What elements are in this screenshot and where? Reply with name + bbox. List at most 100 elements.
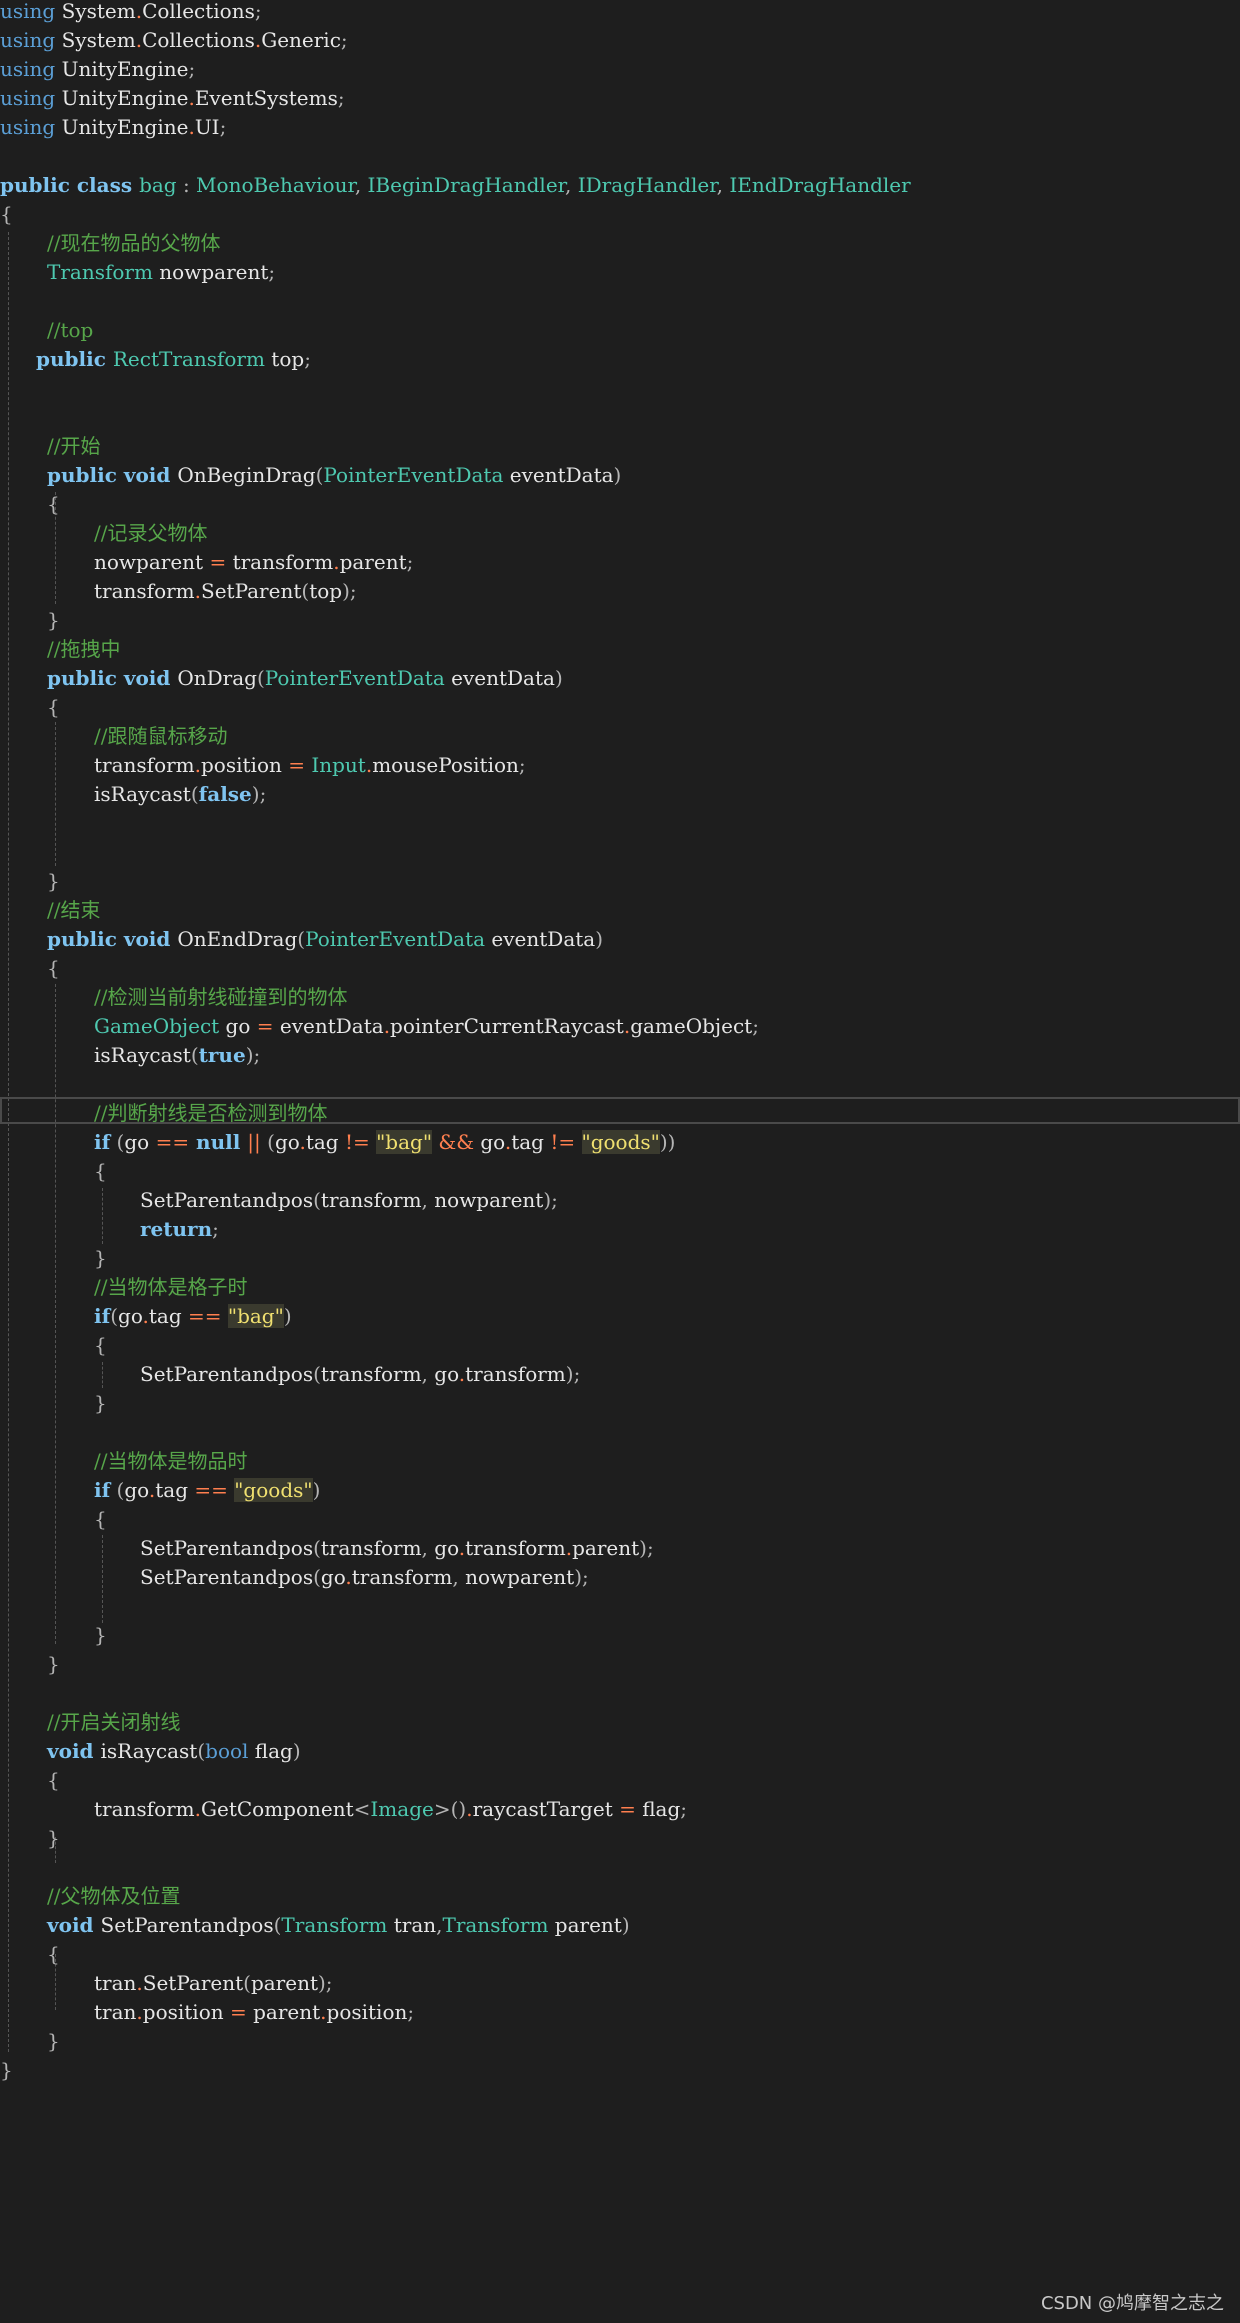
code-token: PointerEventData bbox=[323, 463, 504, 487]
code-line[interactable]: tran.position = parent.position; bbox=[94, 1998, 414, 2027]
code-token: Collections bbox=[142, 0, 255, 23]
code-line[interactable]: using System.Collections; bbox=[0, 0, 262, 26]
code-token: ); bbox=[342, 579, 357, 603]
code-line[interactable]: { bbox=[94, 1331, 107, 1360]
code-token: )) bbox=[659, 1130, 676, 1154]
code-line[interactable]: using UnityEngine.UI; bbox=[0, 113, 226, 142]
code-line[interactable]: //检测当前射线碰撞到的物体 bbox=[94, 983, 347, 1012]
code-token: ); bbox=[543, 1188, 558, 1212]
code-line[interactable]: Transform nowparent; bbox=[47, 258, 275, 287]
code-token: ( bbox=[190, 1043, 199, 1067]
code-token: SetParentandpos bbox=[140, 1536, 314, 1560]
code-token: transform bbox=[351, 1565, 453, 1589]
code-line[interactable]: transform.SetParent(top); bbox=[94, 577, 357, 606]
code-line[interactable]: isRaycast(true); bbox=[94, 1041, 260, 1070]
code-line[interactable]: { bbox=[47, 1766, 60, 1795]
code-token: IBeginDragHandler bbox=[367, 173, 566, 197]
code-token: == bbox=[155, 1130, 190, 1154]
code-line[interactable]: SetParentandpos(transform, go.transform.… bbox=[140, 1534, 654, 1563]
code-line[interactable]: using UnityEngine; bbox=[0, 55, 195, 84]
code-line[interactable]: } bbox=[47, 606, 60, 635]
code-line[interactable]: tran.SetParent(parent); bbox=[94, 1969, 333, 1998]
code-token: Generic bbox=[261, 28, 341, 52]
code-token: //结束 bbox=[47, 898, 101, 922]
code-token: tran bbox=[387, 1913, 437, 1937]
code-line[interactable]: //当物体是格子时 bbox=[94, 1273, 247, 1302]
code-line[interactable]: //判断射线是否检测到物体 bbox=[94, 1099, 327, 1128]
code-line[interactable]: { bbox=[0, 200, 13, 229]
code-line[interactable]: } bbox=[0, 2056, 13, 2085]
code-line[interactable]: { bbox=[94, 1157, 107, 1186]
code-line[interactable]: //top bbox=[47, 316, 93, 345]
code-token: } bbox=[47, 1826, 60, 1850]
code-line[interactable]: SetParentandpos(transform, nowparent); bbox=[140, 1186, 558, 1215]
code-line[interactable]: if (go.tag == "goods") bbox=[94, 1476, 320, 1505]
code-token: IDragHandler bbox=[577, 173, 717, 197]
code-token: { bbox=[94, 1507, 107, 1531]
code-token: using bbox=[0, 28, 56, 52]
code-token: Image bbox=[370, 1797, 434, 1821]
code-token: public bbox=[36, 347, 113, 371]
code-line[interactable]: //结束 bbox=[47, 896, 100, 925]
code-line[interactable]: //开始 bbox=[47, 432, 100, 461]
code-line[interactable]: if(go.tag == "bag") bbox=[94, 1302, 292, 1331]
code-line[interactable]: //父物体及位置 bbox=[47, 1882, 180, 1911]
code-line[interactable]: public class bag : MonoBehaviour, IBegin… bbox=[0, 171, 911, 200]
code-line[interactable]: using System.Collections.Generic; bbox=[0, 26, 348, 55]
code-line[interactable]: SetParentandpos(go.transform, nowparent)… bbox=[140, 1563, 589, 1592]
code-line[interactable]: using UnityEngine.EventSystems; bbox=[0, 84, 345, 113]
code-line[interactable]: return; bbox=[140, 1215, 219, 1244]
code-editor[interactable]: using System.Collections; using System.Co… bbox=[0, 0, 1240, 2323]
code-line[interactable]: //记录父物体 bbox=[94, 519, 207, 548]
code-token: parent bbox=[250, 1971, 318, 1995]
code-line[interactable]: //开启关闭射线 bbox=[47, 1708, 180, 1737]
code-line[interactable]: isRaycast(false); bbox=[94, 780, 266, 809]
code-line[interactable]: public RectTransform top; bbox=[36, 345, 311, 374]
code-line[interactable]: GameObject go = eventData.pointerCurrent… bbox=[94, 1012, 759, 1041]
code-token: SetParentandpos bbox=[100, 1913, 274, 1937]
code-line[interactable]: //拖拽中 bbox=[47, 635, 120, 664]
code-line[interactable]: //现在物品的父物体 bbox=[47, 229, 220, 258]
code-token: transform bbox=[226, 550, 334, 574]
code-line[interactable]: { bbox=[47, 490, 60, 519]
code-line[interactable]: } bbox=[47, 1824, 60, 1853]
code-token: < bbox=[353, 1797, 371, 1821]
code-line[interactable]: public void OnBeginDrag(PointerEventData… bbox=[47, 461, 621, 490]
code-line[interactable]: void isRaycast(bool flag) bbox=[47, 1737, 301, 1766]
code-token: RectTransform bbox=[112, 347, 265, 371]
code-token: //跟随鼠标移动 bbox=[94, 724, 228, 748]
code-token: ) bbox=[283, 1304, 292, 1328]
code-token: != bbox=[344, 1130, 370, 1154]
code-line[interactable]: //当物体是物品时 bbox=[94, 1447, 247, 1476]
code-token: if bbox=[94, 1130, 111, 1154]
code-line[interactable]: if (go == null || (go.tag != "bag" && go… bbox=[94, 1128, 675, 1157]
code-line[interactable]: void SetParentandpos(Transform tran,Tran… bbox=[47, 1911, 630, 1940]
code-line[interactable]: { bbox=[47, 693, 60, 722]
code-line[interactable]: } bbox=[94, 1621, 107, 1650]
code-line[interactable]: } bbox=[47, 2027, 60, 2056]
code-line[interactable]: SetParentandpos(transform, go.transform)… bbox=[140, 1360, 580, 1389]
code-line[interactable]: transform.GetComponent<Image>().raycastT… bbox=[94, 1795, 687, 1824]
code-line[interactable]: } bbox=[94, 1244, 107, 1273]
code-line[interactable]: public void OnDrag(PointerEventData even… bbox=[47, 664, 563, 693]
code-token: //记录父物体 bbox=[94, 521, 208, 545]
code-line[interactable]: { bbox=[94, 1505, 107, 1534]
code-line[interactable]: transform.position = Input.mousePosition… bbox=[94, 751, 526, 780]
code-token: { bbox=[94, 1333, 107, 1357]
code-line[interactable]: } bbox=[47, 867, 60, 896]
code-line[interactable]: } bbox=[94, 1389, 107, 1418]
code-token: eventData bbox=[503, 463, 614, 487]
code-token: position bbox=[201, 753, 289, 777]
code-line[interactable]: { bbox=[47, 1940, 60, 1969]
code-line[interactable]: nowparent = transform.parent; bbox=[94, 548, 413, 577]
code-token: UnityEngine bbox=[55, 115, 189, 139]
code-token: //top bbox=[47, 318, 94, 342]
code-line[interactable]: { bbox=[47, 954, 60, 983]
code-line[interactable]: //跟随鼠标移动 bbox=[94, 722, 227, 751]
code-line[interactable]: } bbox=[47, 1650, 60, 1679]
code-token: ; bbox=[340, 28, 348, 52]
code-token: { bbox=[47, 695, 60, 719]
code-token: } bbox=[94, 1391, 107, 1415]
code-line[interactable]: public void OnEndDrag(PointerEventData e… bbox=[47, 925, 603, 954]
